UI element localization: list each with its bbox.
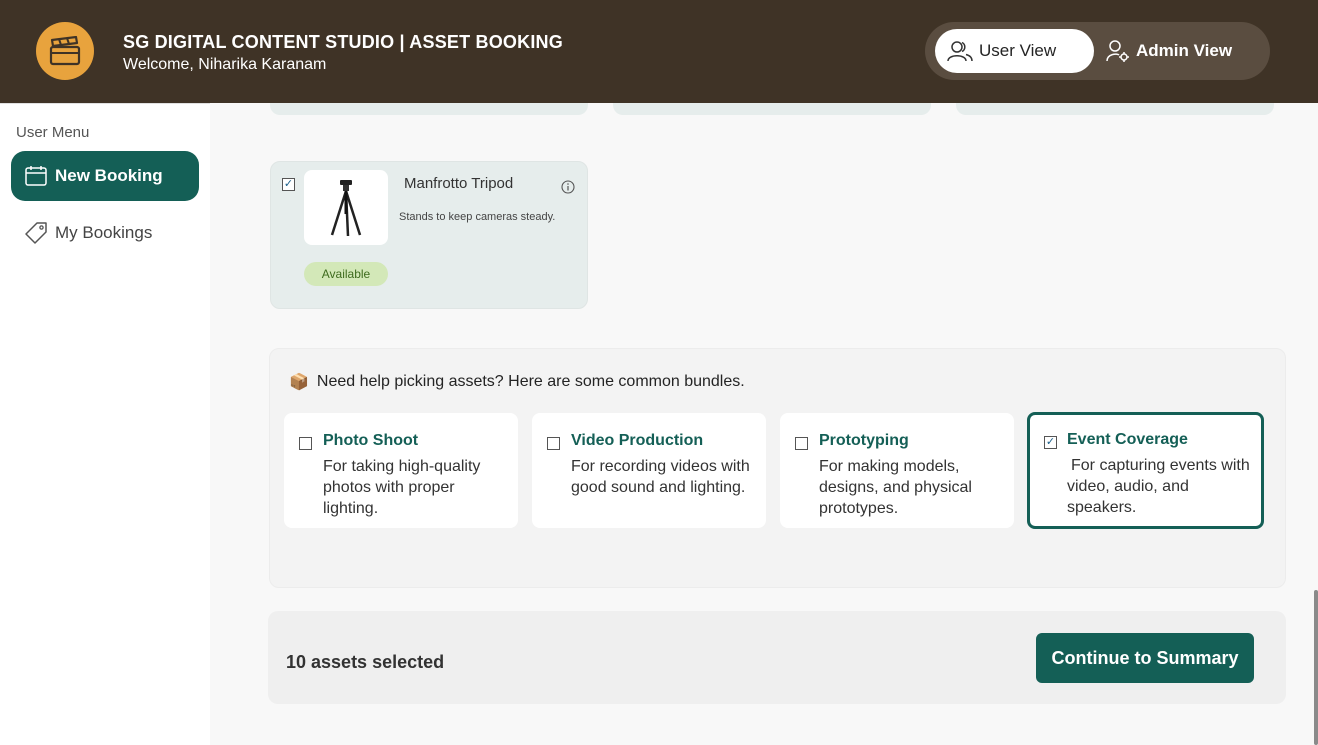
- bundle-card-photo-shoot[interactable]: Photo Shoot For taking high-quality phot…: [284, 413, 518, 528]
- bundle-card-video-production[interactable]: Video Production For recording videos wi…: [532, 413, 766, 528]
- sidebar-item-label: New Booking: [55, 166, 163, 185]
- asset-card-partial: [613, 103, 931, 115]
- bundle-checkbox[interactable]: [547, 437, 560, 450]
- sidebar: User Menu New Booking My Bookings: [0, 103, 210, 745]
- bundle-description: For capturing events with video, audio, …: [1067, 457, 1250, 516]
- sidebar-item-label: My Bookings: [55, 223, 153, 242]
- bundles-heading-text: Need help picking assets? Here are some …: [316, 373, 745, 390]
- asset-card-partial: [956, 103, 1274, 115]
- scrollbar[interactable]: [1314, 590, 1318, 745]
- bundle-card-event-coverage[interactable]: ✓ Event Coverage For capturing events wi…: [1027, 412, 1264, 529]
- info-icon[interactable]: [561, 180, 575, 194]
- admin-view-button[interactable]: Admin View: [1100, 29, 1260, 73]
- user-menu-heading: User Menu: [16, 124, 90, 141]
- selection-footer: 10 assets selected Continue to Summary: [268, 611, 1286, 704]
- bundle-description: For taking high-quality photos with prop…: [323, 458, 481, 517]
- bundle-card-prototyping[interactable]: Prototyping For making models, designs, …: [780, 413, 1014, 528]
- asset-checkbox[interactable]: ✓: [282, 178, 295, 191]
- bundle-description: For recording videos with good sound and…: [571, 458, 750, 496]
- app-title: SG DIGITAL CONTENT STUDIO | ASSET BOOKIN…: [123, 32, 563, 52]
- tripod-image: [304, 170, 388, 245]
- bundle-title: Prototyping: [819, 432, 909, 449]
- bundle-checkbox[interactable]: ✓: [1044, 436, 1057, 449]
- bundle-title: Photo Shoot: [323, 432, 419, 449]
- asset-description: Stands to keep cameras steady.: [399, 211, 556, 223]
- asset-name: Manfrotto Tripod: [404, 175, 514, 192]
- selected-count: 10 assets selected: [286, 652, 445, 672]
- status-badge: Available: [304, 262, 388, 286]
- welcome-text: Welcome, Niharika Karanam: [123, 56, 327, 73]
- admin-view-label: Admin View: [1136, 41, 1233, 60]
- users-icon: [947, 41, 973, 62]
- user-settings-icon: [1106, 40, 1129, 62]
- tag-icon: [25, 222, 47, 244]
- view-toggle: User View Admin View: [925, 22, 1270, 80]
- continue-to-summary-button[interactable]: Continue to Summary: [1036, 633, 1254, 683]
- bundle-checkbox[interactable]: [795, 437, 808, 450]
- bundle-checkbox[interactable]: [299, 437, 312, 450]
- bundle-description: For making models, designs, and physical…: [819, 458, 972, 517]
- bundle-title: Event Coverage: [1067, 431, 1188, 448]
- clapperboard-icon: [36, 22, 94, 80]
- sidebar-item-new-booking[interactable]: New Booking: [11, 151, 199, 201]
- asset-card-manfrotto-tripod[interactable]: ✓ Manfrotto Tripod Stands to keep camera…: [270, 161, 588, 309]
- bundles-panel: 📦 Need help picking assets? Here are som…: [269, 348, 1286, 588]
- sidebar-item-my-bookings[interactable]: My Bookings: [11, 208, 199, 258]
- package-icon: 📦: [289, 374, 309, 391]
- bundle-title: Video Production: [571, 432, 704, 449]
- user-view-button[interactable]: User View: [935, 29, 1094, 73]
- calendar-icon: [25, 166, 47, 186]
- user-view-label: User View: [979, 41, 1057, 60]
- bundles-heading: 📦 Need help picking assets? Here are som…: [289, 372, 745, 392]
- app-header: SG DIGITAL CONTENT STUDIO | ASSET BOOKIN…: [0, 0, 1318, 103]
- asset-card-partial: [270, 103, 588, 115]
